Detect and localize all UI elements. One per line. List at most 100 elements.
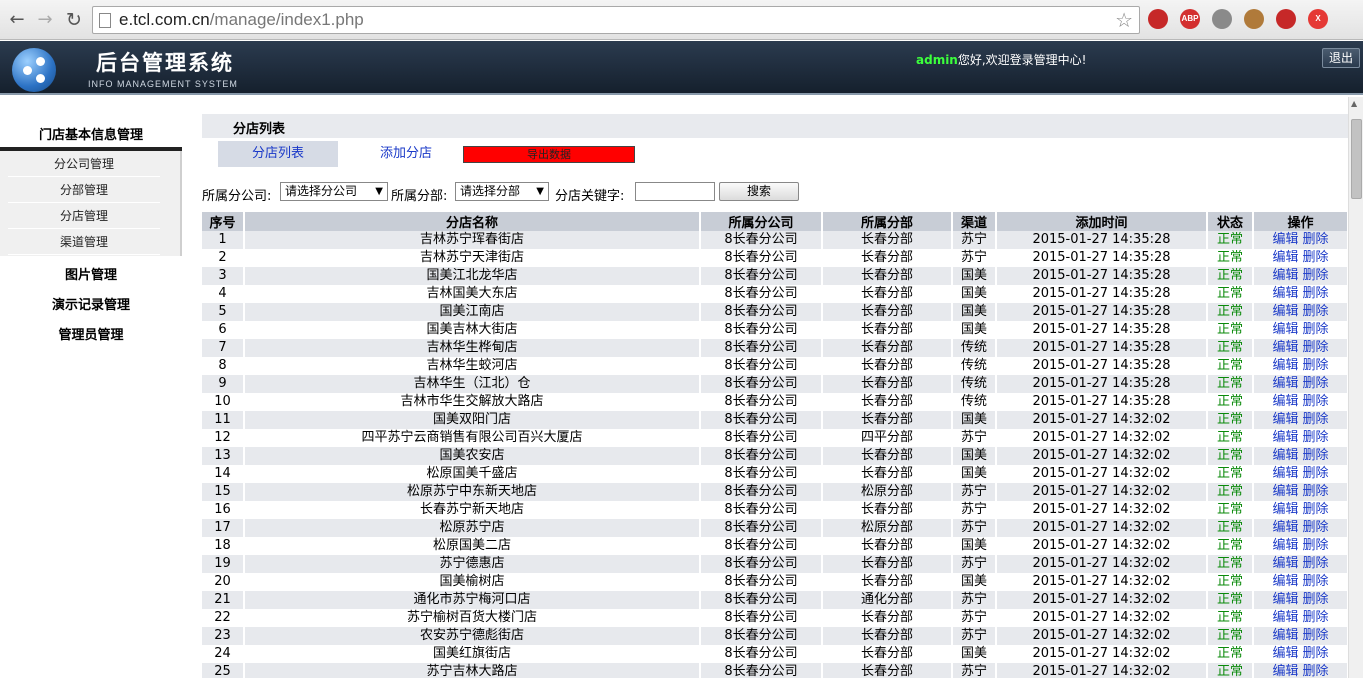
edit-link[interactable]: 编辑 [1272,394,1298,409]
cell-status: 正常 [1207,303,1254,321]
edit-link[interactable]: 编辑 [1272,610,1298,625]
cell-actions: 编辑 删除 [1253,555,1348,573]
delete-link[interactable]: 删除 [1303,502,1329,517]
edit-link[interactable]: 编辑 [1272,448,1298,463]
cell-dept: 长春分部 [822,231,953,249]
delete-link[interactable]: 删除 [1303,412,1329,427]
close-x-icon[interactable]: X [1308,9,1328,29]
cell-store-name: 松原苏宁中东新天地店 [244,483,701,501]
edit-link[interactable]: 编辑 [1272,322,1298,337]
forward-arrow-icon[interactable]: → [34,9,56,31]
edit-link[interactable]: 编辑 [1272,592,1298,607]
delete-link[interactable]: 删除 [1303,646,1329,661]
dept-select[interactable]: 请选择分部 ▼ [455,182,549,201]
vertical-scrollbar[interactable]: ▲ [1348,97,1363,678]
delete-link[interactable]: 删除 [1303,466,1329,481]
tab-store-list[interactable]: 分店列表 [218,141,338,167]
cell-channel: 苏宁 [952,231,997,249]
extension-icon-2[interactable] [1276,9,1296,29]
bookmark-star-icon[interactable]: ☆ [1115,8,1133,32]
logout-button[interactable]: 退出 [1322,48,1360,68]
back-arrow-icon[interactable]: ← [6,9,28,31]
sidebar-item-images[interactable]: 图片管理 [0,264,182,283]
delete-link[interactable]: 删除 [1303,250,1329,265]
delete-link[interactable]: 删除 [1303,592,1329,607]
delete-link[interactable]: 删除 [1303,628,1329,643]
edit-link[interactable]: 编辑 [1272,538,1298,553]
cookie-icon[interactable] [1244,9,1264,29]
delete-link[interactable]: 删除 [1303,304,1329,319]
cell-status: 正常 [1207,663,1254,678]
edit-link[interactable]: 编辑 [1272,286,1298,301]
sidebar-item-store-info[interactable]: 门店基本信息管理 [0,124,182,143]
delete-link[interactable]: 删除 [1303,664,1329,678]
cell-row-number: 15 [202,483,245,501]
delete-link[interactable]: 删除 [1303,358,1329,373]
table-row: 23 农安苏宁德彪街店 8长春分公司 长春分部 苏宁 2015-01-27 14:32:0… [202,627,1348,645]
table-row: 17 松原苏宁店 8长春分公司 松原分部 苏宁 2015-01-27 14:32:02 正常… [202,519,1348,537]
delete-link[interactable]: 删除 [1303,340,1329,355]
edit-link[interactable]: 编辑 [1272,520,1298,535]
delete-link[interactable]: 删除 [1303,376,1329,391]
panel-title-bar: 分店列表 [202,114,1348,138]
edit-link[interactable]: 编辑 [1272,664,1298,678]
sidebar-item-channel[interactable]: 渠道管理 [8,229,160,255]
adblock-icon[interactable]: ABP [1180,9,1200,29]
edit-link[interactable]: 编辑 [1272,574,1298,589]
scrollbar-thumb[interactable] [1351,119,1362,199]
edit-link[interactable]: 编辑 [1272,484,1298,499]
sidebar-item-admins[interactable]: 管理员管理 [0,324,182,343]
cell-actions: 编辑 删除 [1253,591,1348,609]
edit-link[interactable]: 编辑 [1272,304,1298,319]
sidebar-item-demo-records[interactable]: 演示记录管理 [0,294,182,313]
delete-link[interactable]: 删除 [1303,520,1329,535]
delete-link[interactable]: 删除 [1303,484,1329,499]
edit-link[interactable]: 编辑 [1272,466,1298,481]
delete-link[interactable]: 删除 [1303,322,1329,337]
keyword-input[interactable] [635,182,715,201]
delete-link[interactable]: 删除 [1303,232,1329,247]
cell-channel: 苏宁 [952,483,997,501]
delete-link[interactable]: 删除 [1303,538,1329,553]
extension-icon-1[interactable] [1148,9,1168,29]
cell-added-time: 2015-01-27 14:35:28 [996,303,1208,321]
edit-link[interactable]: 编辑 [1272,412,1298,427]
delete-link[interactable]: 删除 [1303,556,1329,571]
reload-icon[interactable]: ↻ [63,9,85,31]
address-bar[interactable]: e.tcl.com.cn/manage/index1.php ☆ [92,6,1140,34]
tab-add-store[interactable]: 添加分店 [354,141,458,167]
delete-link[interactable]: 删除 [1303,448,1329,463]
edit-link[interactable]: 编辑 [1272,376,1298,391]
edit-link[interactable]: 编辑 [1272,232,1298,247]
delete-link[interactable]: 删除 [1303,268,1329,283]
edit-link[interactable]: 编辑 [1272,430,1298,445]
cell-channel: 国美 [952,411,997,429]
edit-link[interactable]: 编辑 [1272,646,1298,661]
table-header-row: 序号 分店名称 所属分公司 所属分部 渠道 添加时间 状态 操作 [202,212,1348,231]
sidebar-item-company[interactable]: 分公司管理 [8,151,160,177]
delete-link[interactable]: 删除 [1303,430,1329,445]
export-data-button[interactable]: 导出数据 [463,146,635,163]
delete-link[interactable]: 删除 [1303,610,1329,625]
search-button[interactable]: 搜索 [719,182,799,201]
edit-link[interactable]: 编辑 [1272,556,1298,571]
delete-link[interactable]: 删除 [1303,574,1329,589]
edit-link[interactable]: 编辑 [1272,502,1298,517]
globe-icon[interactable] [1212,9,1232,29]
scroll-up-arrow-icon[interactable]: ▲ [1351,99,1357,108]
cell-store-name: 松原苏宁店 [244,519,701,537]
edit-link[interactable]: 编辑 [1272,628,1298,643]
edit-link[interactable]: 编辑 [1272,340,1298,355]
cell-row-number: 20 [202,573,245,591]
edit-link[interactable]: 编辑 [1272,358,1298,373]
edit-link[interactable]: 编辑 [1272,268,1298,283]
delete-link[interactable]: 删除 [1303,394,1329,409]
sidebar-item-dept[interactable]: 分部管理 [8,177,160,203]
cell-channel: 传统 [952,393,997,411]
sidebar-item-store[interactable]: 分店管理 [8,203,160,229]
dept-filter-label: 所属分部: [391,189,448,204]
edit-link[interactable]: 编辑 [1272,250,1298,265]
company-select[interactable]: 请选择分公司 ▼ [280,182,388,201]
cell-dept: 长春分部 [822,501,953,519]
delete-link[interactable]: 删除 [1303,286,1329,301]
